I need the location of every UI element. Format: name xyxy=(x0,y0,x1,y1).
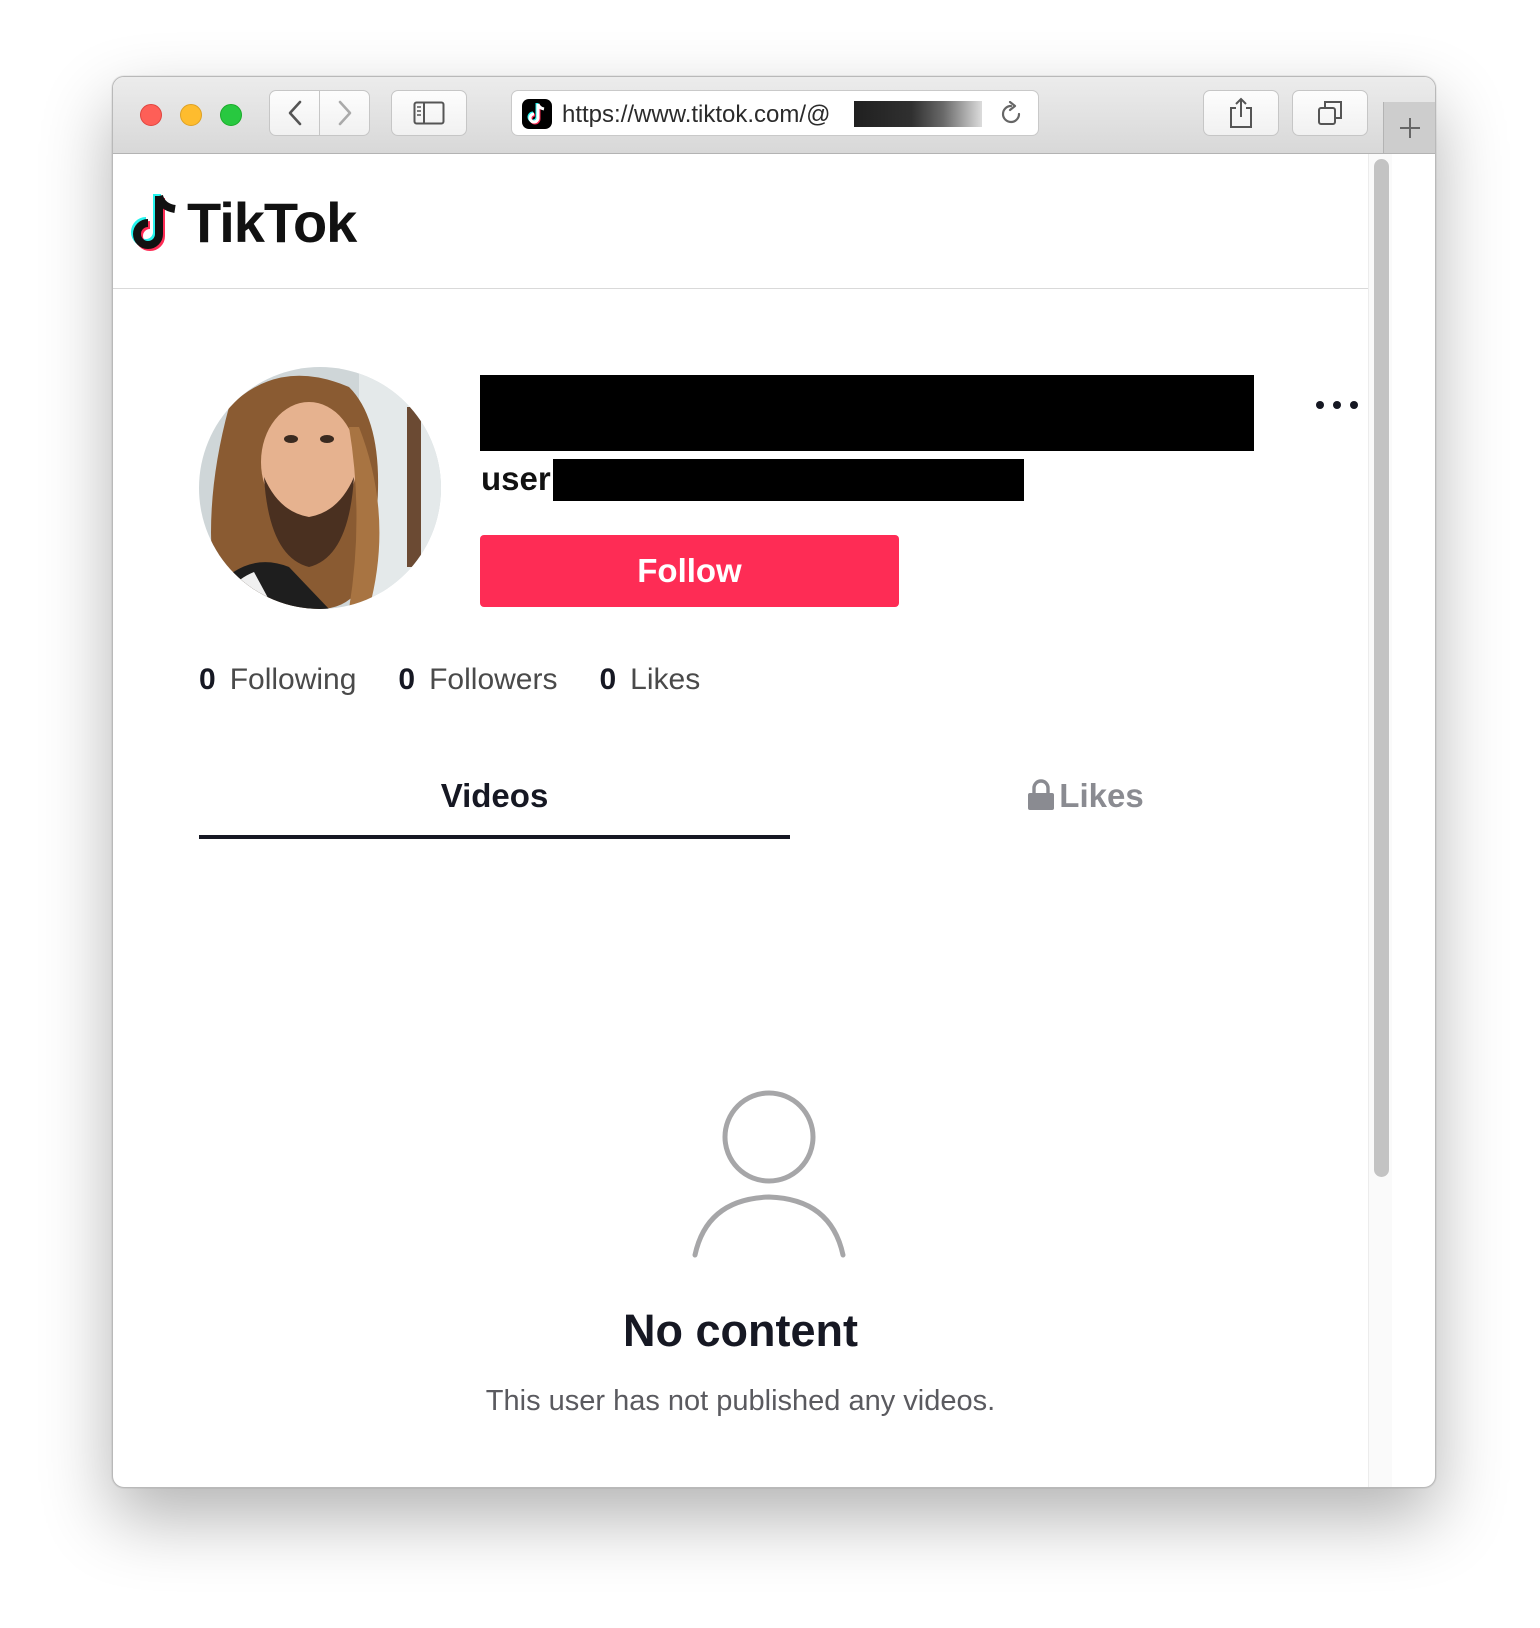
share-icon xyxy=(1230,97,1252,128)
handle-redaction xyxy=(553,459,1024,501)
scrollbar-thumb[interactable] xyxy=(1374,159,1389,1177)
show-tabs-button[interactable] xyxy=(1292,90,1368,136)
minimize-window-button[interactable] xyxy=(180,104,202,126)
site-header: TikTok xyxy=(113,154,1368,289)
zoom-window-button[interactable] xyxy=(220,104,242,126)
stat-label: Followers xyxy=(429,663,558,696)
address-bar[interactable]: https://www.tiktok.com/@ xyxy=(511,90,1039,136)
stat-count: 0 xyxy=(599,663,617,696)
stat-followers[interactable]: 0 Followers xyxy=(398,663,557,697)
tab-likes-label: Likes xyxy=(1059,777,1144,814)
plus-icon xyxy=(1400,117,1420,138)
handle-prefix: user xyxy=(481,460,551,497)
back-icon xyxy=(288,100,301,126)
tiktok-logo[interactable]: TikTok xyxy=(129,190,357,255)
stat-likes: 0 Likes xyxy=(599,663,700,697)
forward-button[interactable] xyxy=(319,90,370,136)
close-window-button[interactable] xyxy=(140,104,162,126)
browser-toolbar: https://www.tiktok.com/@ xyxy=(113,77,1435,154)
tabs-icon xyxy=(1318,101,1342,125)
new-tab-button[interactable] xyxy=(1383,102,1435,153)
user-outline-icon xyxy=(692,1090,846,1258)
display-name-redaction xyxy=(480,375,1254,451)
reload-icon[interactable] xyxy=(998,101,1024,127)
forward-icon xyxy=(338,100,351,126)
browser-window: https://www.tiktok.com/@ TikTok user Fol… xyxy=(112,76,1436,1488)
logo-text: TikTok xyxy=(187,191,357,254)
url-text: https://www.tiktok.com/@ xyxy=(562,101,831,128)
follow-button[interactable]: Follow xyxy=(480,535,899,607)
stat-label: Following xyxy=(229,663,357,696)
empty-state-description: This user has not published any videos. xyxy=(485,1385,996,1417)
sidebar-button[interactable] xyxy=(391,90,467,136)
lock-icon xyxy=(1028,779,1055,810)
back-button[interactable] xyxy=(269,90,320,136)
profile-stats: 0 Following 0 Followers 0 Likes xyxy=(199,663,742,697)
avatar[interactable] xyxy=(199,367,441,609)
stat-following[interactable]: 0 Following xyxy=(199,663,356,697)
empty-state-title: No content xyxy=(623,1305,858,1356)
stat-count: 0 xyxy=(199,663,216,696)
stat-label: Likes xyxy=(630,663,701,696)
share-button[interactable] xyxy=(1203,90,1279,136)
tab-videos[interactable]: Videos xyxy=(199,777,790,839)
url-redaction xyxy=(854,101,982,127)
stat-count: 0 xyxy=(398,663,416,696)
tiktok-favicon xyxy=(522,99,552,129)
more-icon[interactable] xyxy=(1316,401,1358,409)
sidebar-icon xyxy=(413,101,445,125)
tab-likes[interactable]: Likes xyxy=(790,777,1381,835)
tiktok-note-icon xyxy=(131,193,176,251)
